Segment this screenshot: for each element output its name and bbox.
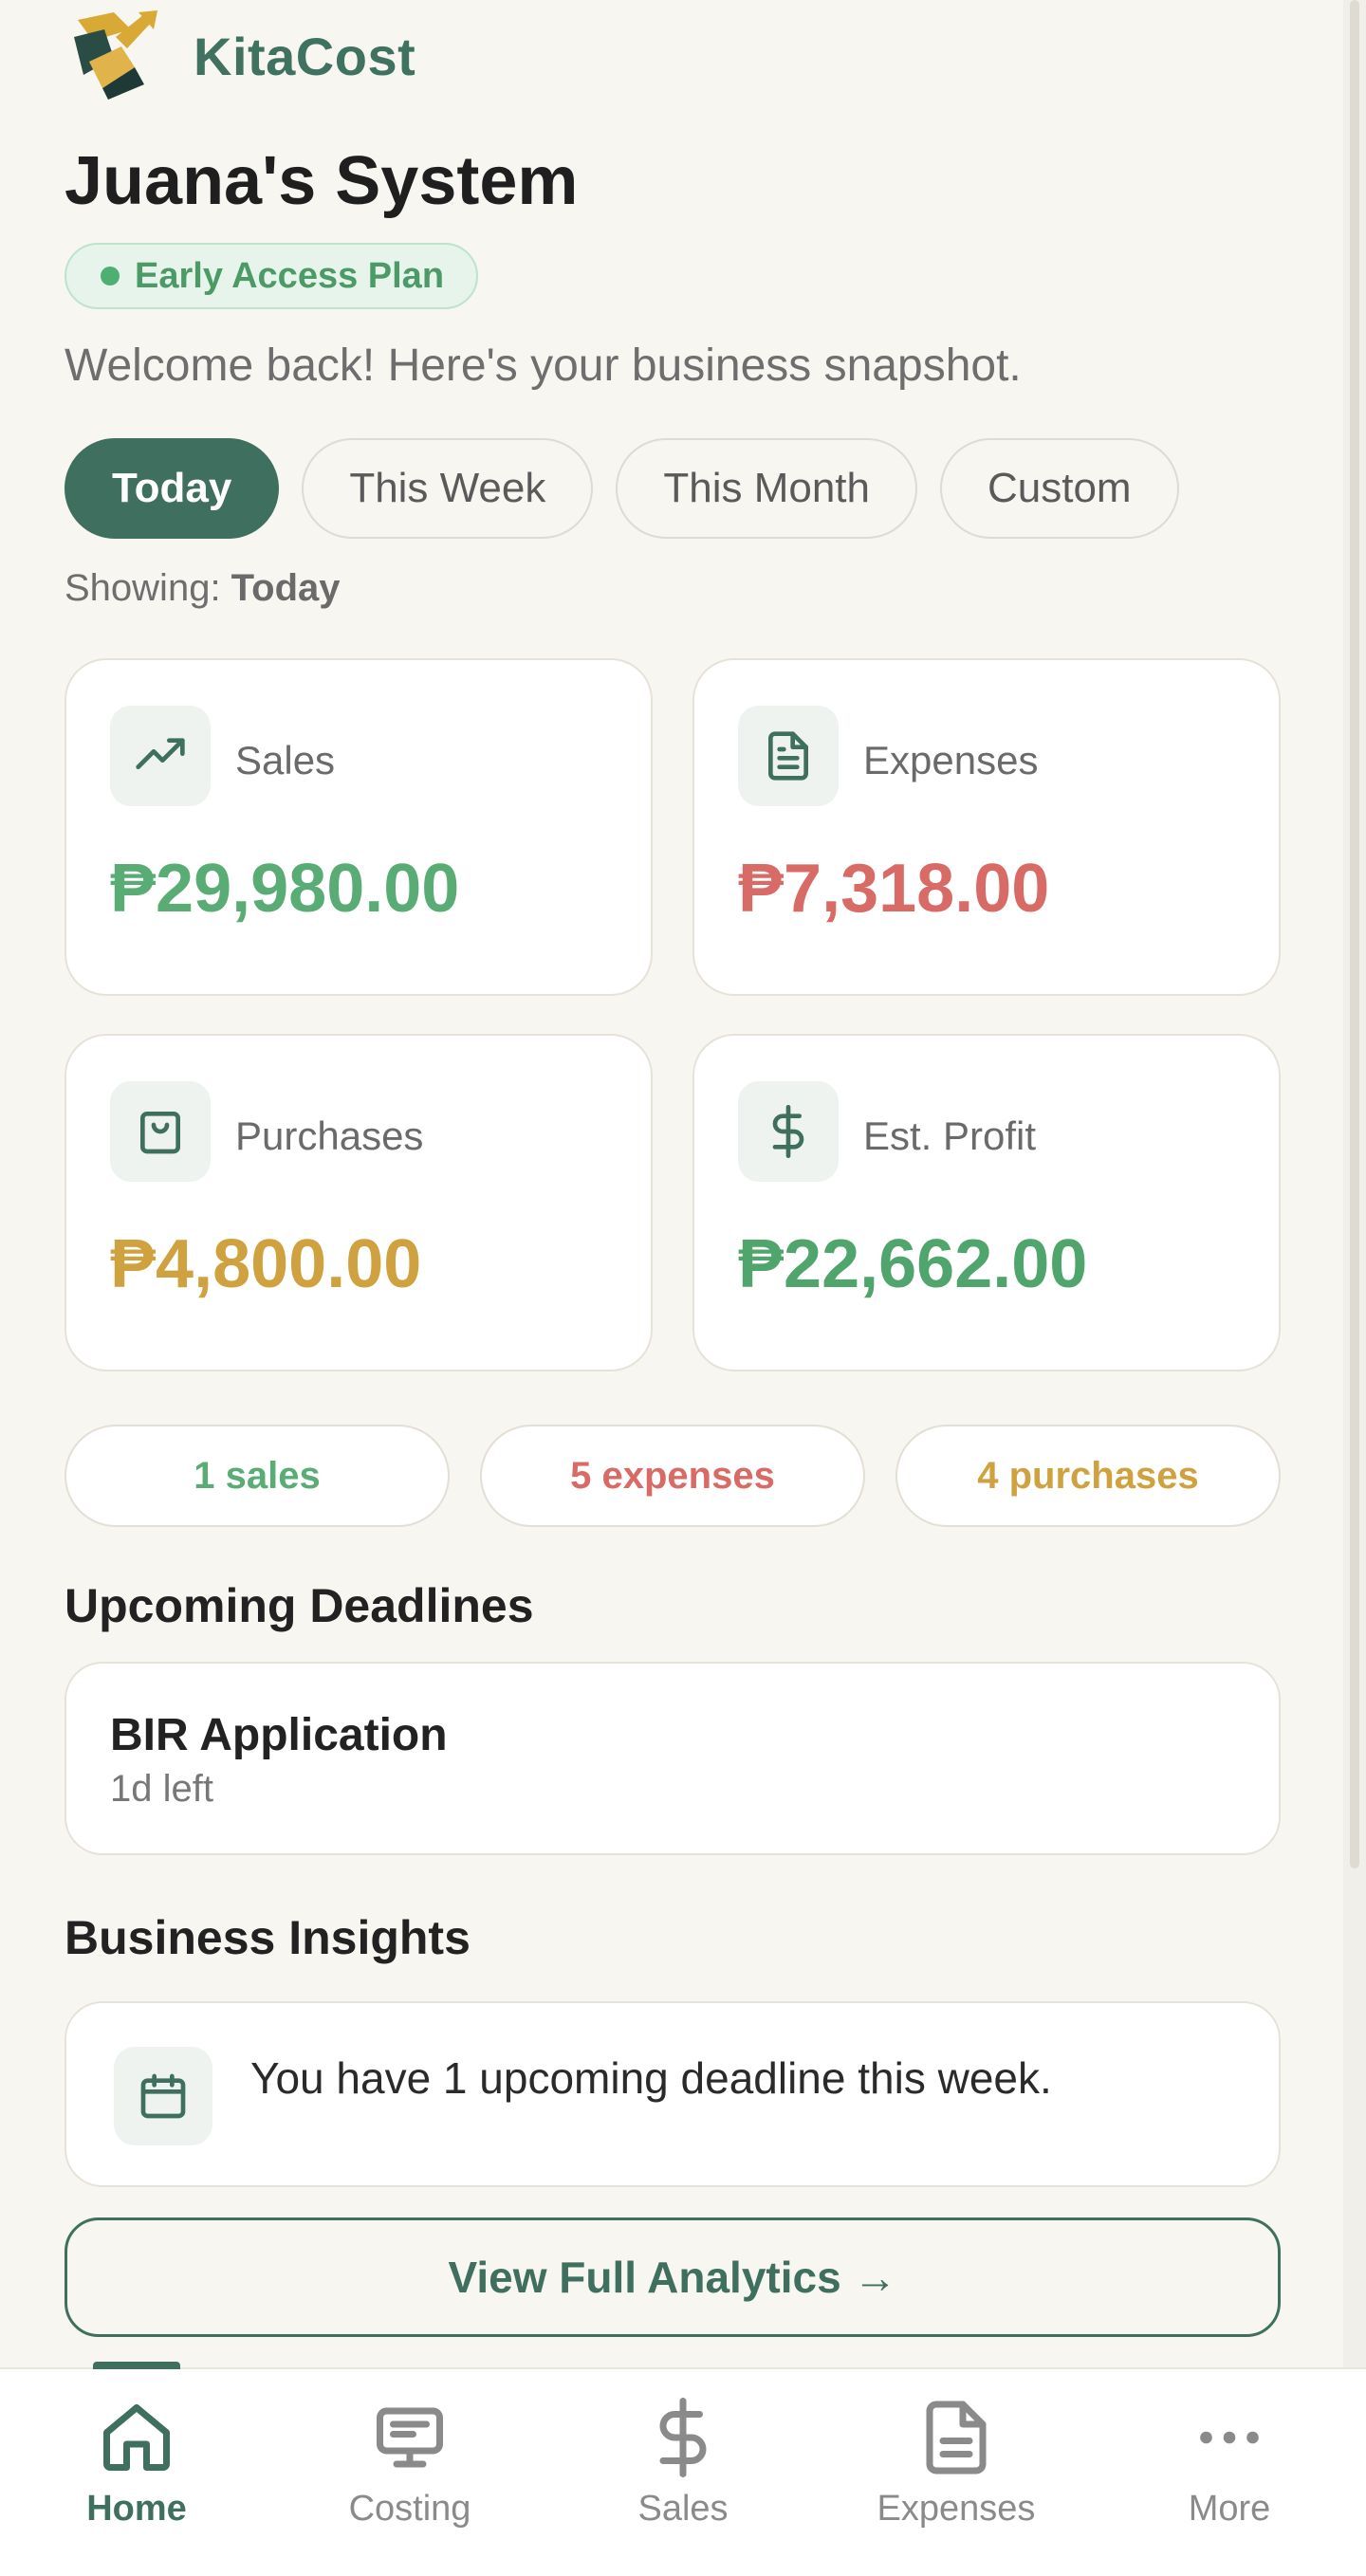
showing-prefix: Showing: bbox=[65, 567, 231, 609]
welcome-message: Welcome back! Here's your business snaps… bbox=[65, 340, 1022, 391]
nav-label: Home bbox=[86, 2489, 187, 2529]
date-filter-tabs: Today This Week This Month Custom bbox=[65, 438, 1179, 539]
filter-today[interactable]: Today bbox=[65, 438, 280, 539]
document-icon bbox=[926, 2401, 987, 2475]
expenses-stat-card[interactable]: Expenses ₱7,318.00 bbox=[692, 658, 1281, 996]
purchases-count-pill[interactable]: 4 purchases bbox=[895, 1425, 1281, 1527]
nav-expenses[interactable]: Expenses bbox=[861, 2398, 1051, 2559]
filter-this-week[interactable]: This Week bbox=[302, 438, 594, 539]
insight-item: You have 1 upcoming deadline this week. bbox=[65, 2001, 1281, 2187]
plan-badge-label: Early Access Plan bbox=[135, 255, 445, 296]
stat-value: ₱22,662.00 bbox=[738, 1226, 1088, 1302]
plan-badge: Early Access Plan bbox=[65, 243, 479, 309]
insights-section-title: Business Insights bbox=[65, 1911, 471, 1964]
dashboard-page: KitaCost Juana's System Early Access Pla… bbox=[0, 0, 1366, 2576]
nav-label: Costing bbox=[348, 2489, 471, 2529]
filter-this-month[interactable]: This Month bbox=[616, 438, 917, 539]
page-scrollbar[interactable] bbox=[1343, 0, 1366, 2367]
nav-label: Sales bbox=[637, 2489, 729, 2529]
showing-indicator: Showing: Today bbox=[65, 567, 341, 610]
nav-label: More bbox=[1188, 2489, 1271, 2529]
home-icon bbox=[103, 2404, 170, 2471]
stat-label: Sales bbox=[235, 738, 336, 782]
stat-label: Est. Profit bbox=[863, 1113, 1037, 1158]
monitor-icon bbox=[377, 2407, 443, 2468]
active-tab-indicator bbox=[93, 2362, 180, 2369]
stat-value: ₱7,318.00 bbox=[738, 851, 1050, 927]
deadlines-section-title: Upcoming Deadlines bbox=[65, 1579, 534, 1632]
dollar-icon bbox=[738, 1081, 839, 1182]
brand-name: KitaCost bbox=[194, 26, 416, 86]
shopping-bag-icon bbox=[110, 1081, 211, 1182]
status-dot-icon bbox=[101, 267, 120, 285]
insight-text: You have 1 upcoming deadline this week. bbox=[250, 2053, 1052, 2103]
dollar-icon bbox=[659, 2398, 707, 2477]
filter-custom[interactable]: Custom bbox=[939, 438, 1179, 539]
scrollbar-thumb[interactable] bbox=[1350, 0, 1359, 1868]
deadline-remaining: 1d left bbox=[110, 1768, 213, 1810]
view-full-analytics-button[interactable]: View Full Analytics → bbox=[65, 2217, 1281, 2337]
sales-count-pill[interactable]: 1 sales bbox=[65, 1425, 450, 1527]
profit-stat-card[interactable]: Est. Profit ₱22,662.00 bbox=[692, 1034, 1281, 1371]
stat-value: ₱4,800.00 bbox=[110, 1226, 422, 1302]
nav-label: Expenses bbox=[877, 2489, 1036, 2529]
nav-more[interactable]: More bbox=[1135, 2398, 1324, 2559]
expenses-count-pill[interactable]: 5 expenses bbox=[480, 1425, 865, 1527]
more-dots-icon bbox=[1200, 2431, 1259, 2444]
nav-home[interactable]: Home bbox=[42, 2398, 231, 2559]
kitacost-logo-icon bbox=[74, 10, 157, 100]
sales-stat-card[interactable]: Sales ₱29,980.00 bbox=[65, 658, 653, 996]
deadline-name: BIR Application bbox=[110, 1710, 448, 1760]
showing-value: Today bbox=[231, 567, 341, 609]
stat-label: Expenses bbox=[863, 738, 1039, 782]
stat-label: Purchases bbox=[235, 1113, 424, 1158]
bottom-navigation: Home Costing Sales Expenses More bbox=[0, 2362, 1366, 2576]
document-icon bbox=[738, 706, 839, 806]
brand-header[interactable]: KitaCost bbox=[65, 8, 415, 104]
nav-sales[interactable]: Sales bbox=[588, 2398, 778, 2559]
deadline-item[interactable]: BIR Application 1d left bbox=[65, 1662, 1281, 1855]
trending-up-icon bbox=[110, 706, 211, 806]
stat-value: ₱29,980.00 bbox=[110, 851, 460, 927]
page-title: Juana's System bbox=[65, 143, 579, 219]
calendar-icon bbox=[114, 2047, 212, 2145]
nav-costing[interactable]: Costing bbox=[315, 2398, 505, 2559]
purchases-stat-card[interactable]: Purchases ₱4,800.00 bbox=[65, 1034, 653, 1371]
